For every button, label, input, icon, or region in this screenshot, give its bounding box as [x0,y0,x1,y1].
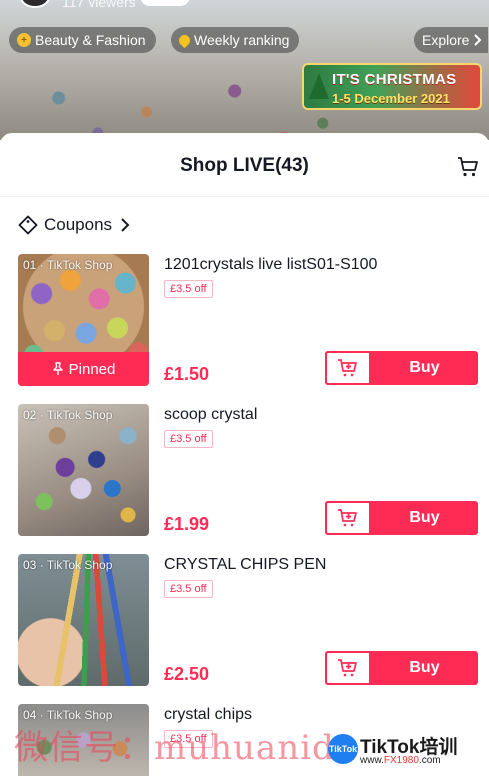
buy-button[interactable]: Buy [325,501,478,535]
drop-badge-icon [176,32,193,48]
add-to-cart-icon [338,659,357,677]
product-item[interactable]: 02 · TikTok Shop scoop crystal £3.5 off … [18,404,480,536]
product-price: £1.50 [164,364,210,384]
product-item[interactable]: 03 · TikTok Shop CRYSTAL CHIPS PEN £3.5 … [18,554,480,686]
product-price: £1.99 [164,514,210,534]
buy-label: Buy [409,509,440,526]
banner-title: IT'S CHRISTMAS [332,71,457,88]
chip-explore[interactable]: Explore [414,27,489,53]
pinned-badge: Pinned [18,352,149,386]
add-to-cart-button[interactable] [325,351,371,385]
plus-badge-icon: + [17,33,31,47]
coupon-badge: £3.5 off [164,280,213,298]
product-item[interactable]: 01 · TikTok Shop Pinned 1201crystals liv… [18,254,480,386]
buy-button[interactable]: Buy [325,351,478,385]
coupons-label: Coupons [44,215,113,234]
coupons-link[interactable]: Coupons [18,215,132,235]
product-price: £2.50 [164,664,210,684]
christmas-banner[interactable]: IT'S CHRISTMAS 1-5 December 2021 [302,63,482,110]
coupon-tag-icon [18,215,38,235]
chevron-right-icon [474,34,482,46]
product-thumbnail[interactable]: 02 · TikTok Shop [18,404,149,536]
product-index-tag: 03 · TikTok Shop [23,558,113,572]
watermark-logo: TikTok TikTok培训 www.FX1980.com [328,731,482,769]
add-to-cart-button[interactable] [325,501,371,535]
shopping-cart-icon[interactable] [456,155,480,179]
follow-button[interactable] [140,0,190,6]
product-thumbnail[interactable]: 01 · TikTok Shop Pinned [18,254,149,386]
watermark-text: 微信号：muhuanidc [14,728,355,768]
chip-label: Weekly ranking [194,32,290,48]
buy-label: Buy [409,359,440,376]
host-avatar[interactable] [20,0,50,8]
live-host-strip: 117 viewers [0,0,489,10]
sheet-header: Shop LIVE(43) [0,133,489,197]
pin-icon [52,362,63,375]
coupon-badge: £3.5 off [164,580,213,598]
product-index-tag: 02 · TikTok Shop [23,408,113,422]
chip-label: Beauty & Fashion [35,32,146,48]
coupon-badge: £3.5 off [164,430,213,448]
product-title: CRYSTAL CHIPS PEN [164,556,327,573]
product-title: 1201crystals live listS01-S100 [164,256,378,273]
sheet-title: Shop LIVE(43) [180,155,309,176]
buy-label: Buy [409,659,440,676]
chip-label: Explore [422,32,470,48]
add-to-cart-icon [338,359,357,377]
chip-beauty-fashion[interactable]: + Beauty & Fashion [9,27,156,53]
christmas-tree-icon [309,73,329,99]
banner-date: 1-5 December 2021 [332,91,450,106]
product-index-tag: 01 · TikTok Shop [23,258,113,272]
product-title: scoop crystal [164,406,258,423]
buy-button[interactable]: Buy [325,651,478,685]
viewer-count: 117 viewers [62,0,136,10]
product-thumbnail[interactable]: 03 · TikTok Shop [18,554,149,686]
chevron-right-icon [121,218,130,232]
live-video-background: 117 viewers + Beauty & Fashion Weekly ra… [0,0,489,140]
chip-weekly-ranking[interactable]: Weekly ranking [171,27,300,53]
add-to-cart-icon [338,509,357,527]
tiktok-logo-icon: TikTok [328,734,358,764]
watermark-site: www.FX1980.com [360,755,441,766]
add-to-cart-button[interactable] [325,651,371,685]
